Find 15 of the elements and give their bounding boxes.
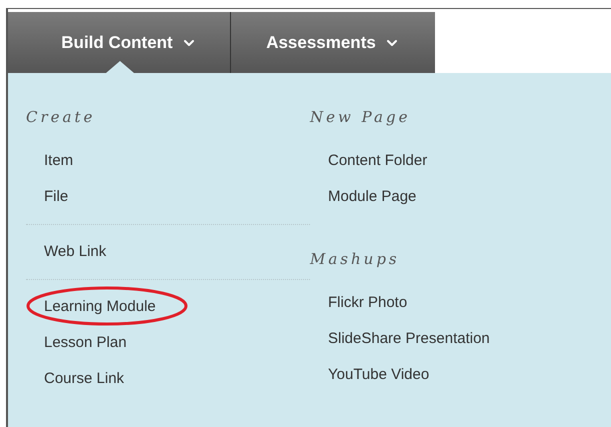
menu-item[interactable]: Item [44, 152, 74, 168]
section-heading: Mashups [310, 249, 401, 270]
section-heading: New Page [310, 107, 412, 128]
menu-item[interactable]: SlideShare Presentation [328, 330, 490, 346]
menu-item[interactable]: Web Link [44, 244, 106, 258]
menu-tab[interactable]: Build Content [8, 12, 230, 73]
menu-tab[interactable]: Assessments [230, 12, 435, 73]
menu-item[interactable]: YouTube Video [328, 366, 430, 382]
menu-item[interactable]: Course Link [44, 370, 124, 386]
menu-item[interactable]: File [44, 188, 68, 204]
menu-item[interactable]: Flickr Photo [328, 294, 408, 310]
menu-item[interactable]: Content Folder [328, 152, 428, 168]
menu-item[interactable]: Module Page [328, 188, 416, 204]
menu-item[interactable]: Lesson Plan [44, 334, 127, 350]
section-heading: Create [26, 107, 96, 128]
